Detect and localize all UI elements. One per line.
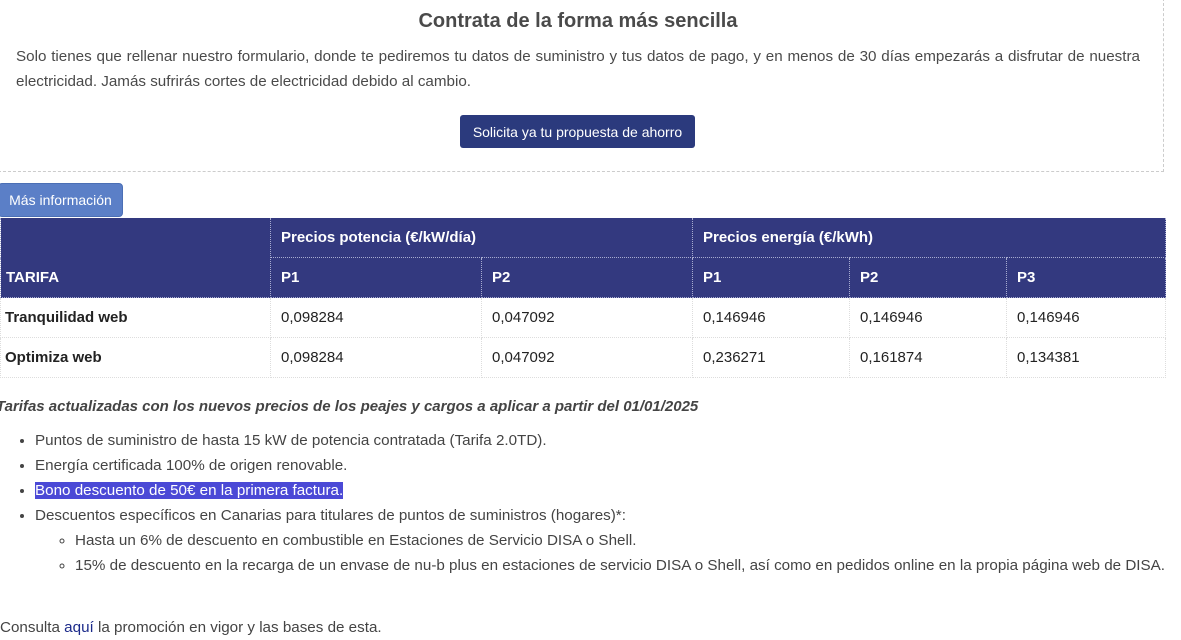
list-item: Descuentos específicos en Canarias para …	[35, 503, 1181, 578]
table-cell: 0,047092	[481, 337, 693, 378]
highlighted-feature-text[interactable]: Bono descuento de 50€ en la primera fact…	[35, 482, 344, 499]
discount-text: Hasta un 6% de descuento en combustible …	[75, 532, 637, 549]
table-cell: 0,047092	[481, 297, 693, 338]
canarias-discounts-list: Hasta un 6% de descuento en combustible …	[35, 528, 1181, 578]
table-header-row: TARIFA Precios potencia (€/kW/día) Preci…	[0, 218, 1167, 298]
table-cell: 0,098284	[270, 297, 482, 338]
consult-text-before: Consulta	[0, 619, 65, 636]
energy-p1-header: P1	[692, 257, 850, 298]
contract-box: Contrata de la forma más sencilla Solo t…	[0, 0, 1164, 172]
table-row: Optimiza web 0,098284 0,047092 0,236271 …	[0, 337, 1167, 378]
energy-p3-header: P3	[1005, 257, 1167, 298]
list-item: Bono descuento de 50€ en la primera fact…	[35, 478, 1181, 503]
power-prices-header: Precios potencia (€/kW/día)	[270, 218, 693, 258]
promotion-link[interactable]: aquí	[64, 619, 94, 636]
power-p1-header: P1	[270, 257, 482, 298]
feature-text: Puntos de suministro de hasta 15 kW de p…	[35, 432, 547, 449]
tariffs-updated-note: Tarifas actualizadas con los nuevos prec…	[0, 398, 699, 415]
table-cell: 0,146946	[1005, 297, 1167, 338]
tariffs-table: TARIFA Precios potencia (€/kW/día) Preci…	[0, 218, 1167, 378]
consult-text-after: la promoción en vigor y las bases de est…	[93, 619, 382, 636]
table-cell: 0,146946	[692, 297, 850, 338]
list-item: Puntos de suministro de hasta 15 kW de p…	[35, 428, 1181, 453]
page: Contrata de la forma más sencilla Solo t…	[0, 0, 1181, 640]
table-cell: 0,236271	[692, 337, 850, 378]
consult-promotion-text: Consulta aquí la promoción en vigor y la…	[0, 615, 382, 640]
feature-text: Energía certificada 100% de origen renov…	[35, 457, 348, 474]
table-cell: 0,134381	[1005, 337, 1167, 378]
tariff-name: Tranquilidad web	[0, 297, 271, 338]
list-item: Hasta un 6% de descuento en combustible …	[75, 528, 1181, 553]
list-item: Energía certificada 100% de origen renov…	[35, 453, 1181, 478]
contract-title: Contrata de la forma más sencilla	[418, 10, 738, 32]
power-p2-header: P2	[481, 257, 693, 298]
energy-p2-header: P2	[849, 257, 1007, 298]
table-cell: 0,161874	[849, 337, 1007, 378]
more-info-button[interactable]: Más información	[0, 183, 123, 217]
list-item: 15% de descuento en la recarga de un env…	[75, 553, 1181, 578]
feature-text: Descuentos específicos en Canarias para …	[35, 507, 626, 524]
features-list: Puntos de suministro de hasta 15 kW de p…	[0, 428, 1181, 578]
tarifa-header: TARIFA	[0, 218, 271, 298]
table-cell: 0,098284	[270, 337, 482, 378]
contract-text: Solo tienes que rellenar nuestro formula…	[16, 48, 1140, 90]
discount-text: 15% de descuento en la recarga de un env…	[75, 557, 1165, 574]
tariff-name: Optimiza web	[0, 337, 271, 378]
table-cell: 0,146946	[849, 297, 1007, 338]
table-row: Tranquilidad web 0,098284 0,047092 0,146…	[0, 297, 1167, 338]
request-proposal-button[interactable]: Solicita ya tu propuesta de ahorro	[460, 115, 695, 148]
energy-prices-header: Precios energía (€/kWh)	[691, 218, 1167, 258]
